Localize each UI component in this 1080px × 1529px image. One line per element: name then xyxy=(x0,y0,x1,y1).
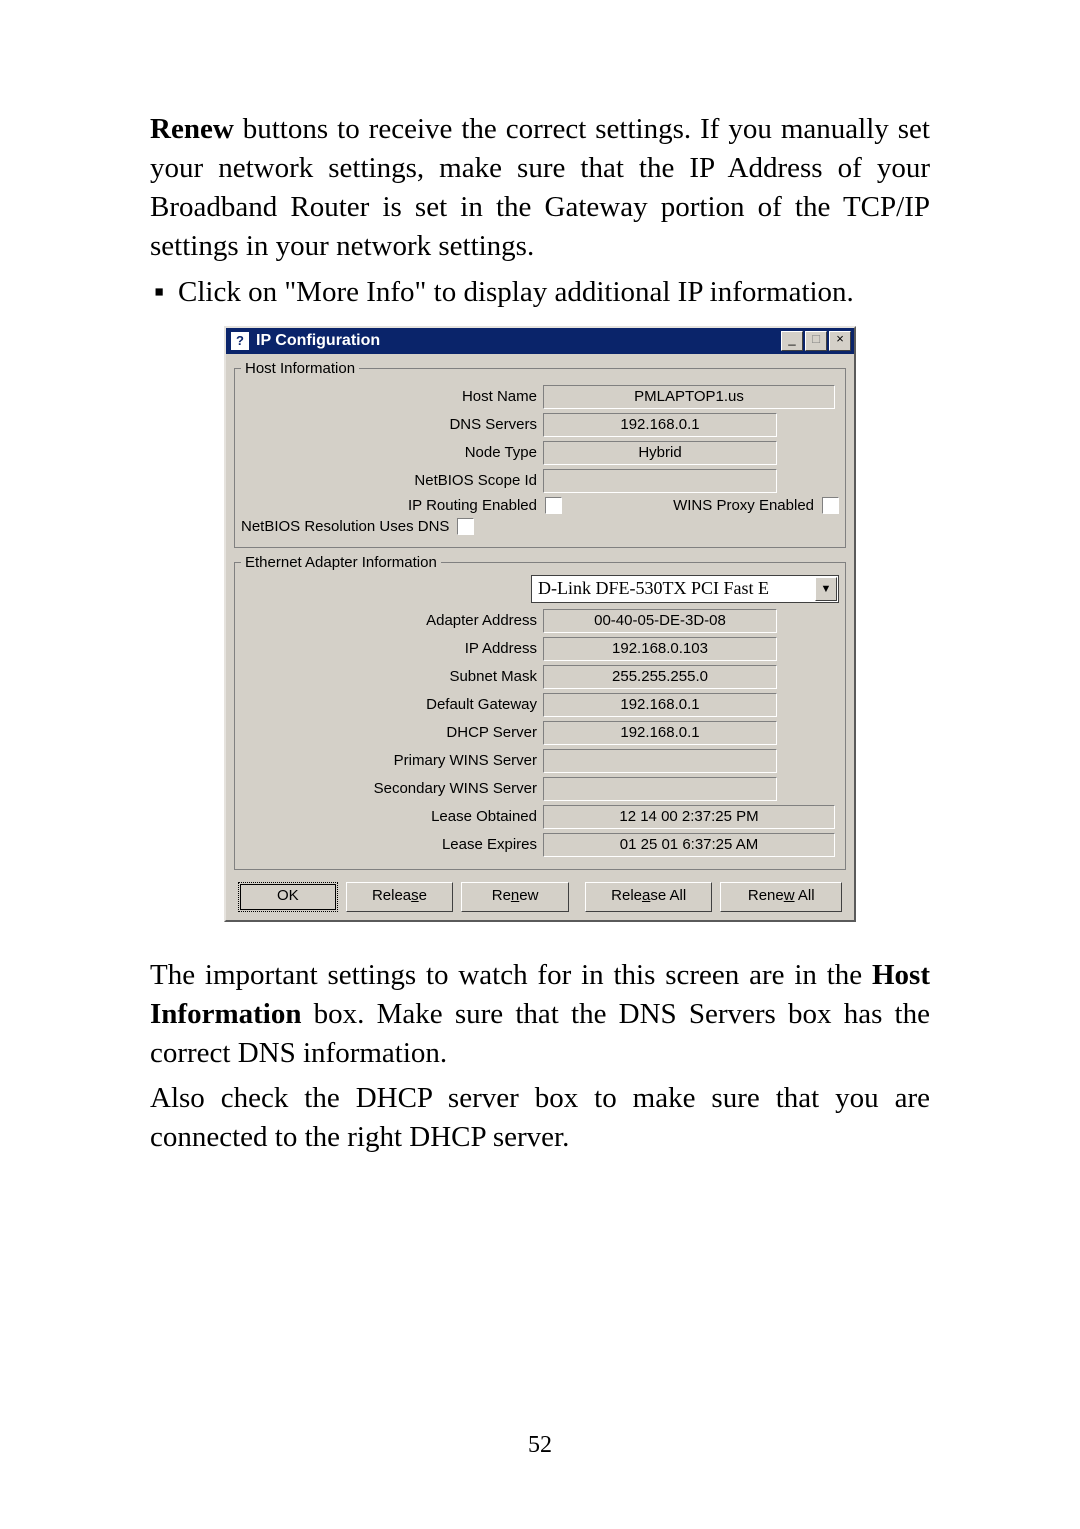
label-ip-address: IP Address xyxy=(241,640,543,657)
bullet-marker: ▪ xyxy=(150,273,178,312)
value-host-name: PMLAPTOP1.us xyxy=(543,385,835,409)
value-netbios-scope xyxy=(543,469,777,493)
ip-config-dialog: IP Configuration _ □ × Host Information … xyxy=(224,326,856,922)
value-secondary-wins xyxy=(543,777,777,801)
checkbox-netbios-dns[interactable] xyxy=(457,518,474,535)
value-node-type: Hybrid xyxy=(543,441,777,465)
paragraph-middle: The important settings to watch for in t… xyxy=(150,956,930,1073)
value-adapter-address: 00-40-05-DE-3D-08 xyxy=(543,609,777,633)
title-bar: IP Configuration _ □ × xyxy=(226,328,854,354)
label-lease-obtained: Lease Obtained xyxy=(241,808,543,825)
value-subnet-mask: 255.255.255.0 xyxy=(543,665,777,689)
host-information-group: Host Information Host Name PMLAPTOP1.us … xyxy=(234,360,846,548)
minimize-button[interactable]: _ xyxy=(781,331,803,351)
chevron-down-icon: ▼ xyxy=(815,577,837,601)
release-button[interactable]: Release xyxy=(346,882,454,912)
value-default-gateway: 192.168.0.1 xyxy=(543,693,777,717)
renew-bold: Renew xyxy=(150,113,234,145)
label-netbios-dns: NetBIOS Resolution Uses DNS xyxy=(241,518,453,535)
label-default-gateway: Default Gateway xyxy=(241,696,543,713)
value-ip-address: 192.168.0.103 xyxy=(543,637,777,661)
bullet-item: ▪ Click on "More Info" to display additi… xyxy=(150,273,930,312)
app-icon xyxy=(230,331,250,351)
label-adapter-address: Adapter Address xyxy=(241,612,543,629)
label-secondary-wins: Secondary WINS Server xyxy=(241,780,543,797)
ok-button[interactable]: OK xyxy=(238,882,338,912)
button-row: OK Release Renew Release All Renew All xyxy=(234,876,846,914)
value-primary-wins xyxy=(543,749,777,773)
value-lease-expires: 01 25 01 6:37:25 AM xyxy=(543,833,835,857)
label-node-type: Node Type xyxy=(241,444,543,461)
maximize-button[interactable]: □ xyxy=(805,331,827,351)
value-lease-obtained: 12 14 00 2:37:25 PM xyxy=(543,805,835,829)
release-all-button[interactable]: Release All xyxy=(585,882,713,912)
paragraph-bottom: Also check the DHCP server box to make s… xyxy=(150,1079,930,1157)
renew-all-button[interactable]: Renew All xyxy=(720,882,842,912)
checkbox-ip-routing[interactable] xyxy=(545,497,562,514)
label-dns-servers: DNS Servers xyxy=(241,416,543,433)
close-button[interactable]: × xyxy=(829,331,851,351)
screenshot-container: IP Configuration _ □ × Host Information … xyxy=(150,326,930,922)
bullet-text: Click on "More Info" to display addition… xyxy=(178,273,930,312)
label-lease-expires: Lease Expires xyxy=(241,836,543,853)
value-dhcp-server: 192.168.0.1 xyxy=(543,721,777,745)
adapter-information-legend: Ethernet Adapter Information xyxy=(241,554,441,571)
renew-button[interactable]: Renew xyxy=(461,882,569,912)
label-subnet-mask: Subnet Mask xyxy=(241,668,543,685)
adapter-information-group: Ethernet Adapter Information D-Link DFE-… xyxy=(234,554,846,870)
label-host-name: Host Name xyxy=(241,388,543,405)
page-number: 52 xyxy=(0,1432,1080,1459)
window-title: IP Configuration xyxy=(256,332,380,350)
label-primary-wins: Primary WINS Server xyxy=(241,752,543,769)
label-netbios-scope: NetBIOS Scope Id xyxy=(241,472,543,489)
value-dns-servers: 192.168.0.1 xyxy=(543,413,777,437)
checkbox-wins-proxy[interactable] xyxy=(822,497,839,514)
host-information-legend: Host Information xyxy=(241,360,359,377)
label-ip-routing: IP Routing Enabled xyxy=(241,497,541,514)
paragraph-top-rest: buttons to receive the correct settings.… xyxy=(150,113,930,262)
paragraph-top: Renew buttons to receive the correct set… xyxy=(150,110,930,267)
label-dhcp-server: DHCP Server xyxy=(241,724,543,741)
label-wins-proxy: WINS Proxy Enabled xyxy=(562,497,818,514)
adapter-dropdown[interactable]: D-Link DFE-530TX PCI Fast E ▼ xyxy=(531,575,839,603)
adapter-selected: D-Link DFE-530TX PCI Fast E xyxy=(538,578,769,599)
